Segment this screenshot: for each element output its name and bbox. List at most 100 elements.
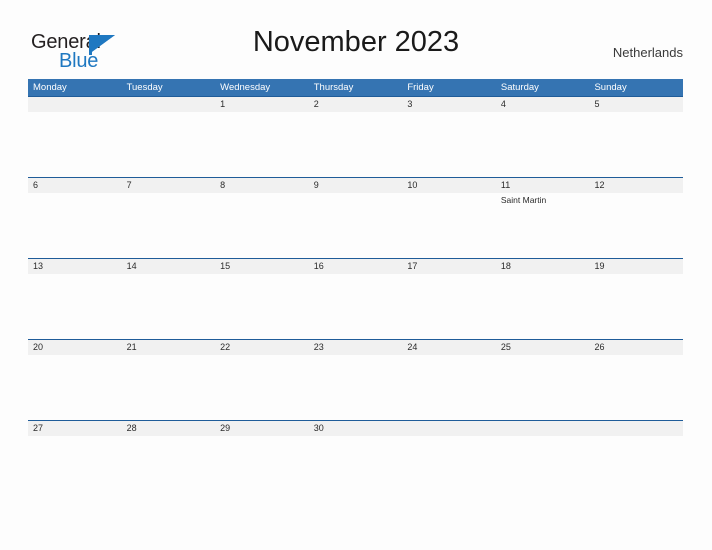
week-event-body — [28, 274, 683, 339]
day-cell[interactable] — [589, 193, 683, 258]
calendar-week-row: 1 2 3 4 5 — [28, 96, 683, 177]
day-cell[interactable] — [215, 355, 309, 420]
day-cell[interactable] — [28, 193, 122, 258]
day-cell[interactable] — [402, 355, 496, 420]
day-number[interactable]: 24 — [402, 340, 496, 355]
day-number[interactable]: 10 — [402, 178, 496, 193]
calendar-week-row: 27 28 29 30 — [28, 420, 683, 501]
day-cell[interactable] — [309, 436, 403, 501]
day-number[interactable]: 26 — [589, 340, 683, 355]
day-number[interactable]: 4 — [496, 97, 590, 112]
week-event-body — [28, 436, 683, 501]
calendar-page: General Blue November 2023 Netherlands M… — [0, 0, 712, 550]
day-cell[interactable] — [496, 355, 590, 420]
day-cell[interactable] — [122, 355, 216, 420]
week-date-band: 1 2 3 4 5 — [28, 96, 683, 112]
day-cell[interactable] — [215, 193, 309, 258]
day-number[interactable]: 16 — [309, 259, 403, 274]
calendar-week-row: 20 21 22 23 24 25 26 — [28, 339, 683, 420]
weekday-header-saturday: Saturday — [500, 82, 539, 93]
day-cell[interactable] — [309, 112, 403, 177]
day-number[interactable]: 17 — [402, 259, 496, 274]
calendar-week-row: 13 14 15 16 17 18 19 — [28, 258, 683, 339]
weekday-header-monday: Monday — [33, 82, 67, 93]
day-cell[interactable] — [402, 112, 496, 177]
day-number[interactable]: 7 — [122, 178, 216, 193]
weekday-header-friday: Friday — [407, 82, 434, 93]
day-cell[interactable]: Saint Martin — [496, 193, 590, 258]
day-number[interactable]: 28 — [122, 421, 216, 436]
day-number[interactable]: 20 — [28, 340, 122, 355]
day-cell[interactable] — [122, 112, 216, 177]
day-number[interactable]: 13 — [28, 259, 122, 274]
day-cell[interactable] — [496, 436, 590, 501]
day-cell[interactable] — [402, 193, 496, 258]
day-number[interactable]: 11 — [496, 178, 590, 193]
calendar-week-list: 1 2 3 4 5 6 7 8 9 10 11 12 Saint Martin … — [28, 96, 683, 501]
day-cell[interactable] — [402, 274, 496, 339]
day-number[interactable]: 29 — [215, 421, 309, 436]
day-cell[interactable] — [122, 436, 216, 501]
weekday-header-wednesday: Wednesday — [220, 82, 271, 93]
day-number[interactable]: 30 — [309, 421, 403, 436]
weekday-header-sunday: Sunday — [594, 82, 627, 93]
week-date-band: 20 21 22 23 24 25 26 — [28, 339, 683, 355]
day-number[interactable]: 5 — [589, 97, 683, 112]
day-number[interactable]: 3 — [402, 97, 496, 112]
day-cell[interactable] — [215, 112, 309, 177]
page-title: November 2023 — [252, 26, 460, 58]
calendar-week-row: 6 7 8 9 10 11 12 Saint Martin — [28, 177, 683, 258]
day-number[interactable]: 15 — [215, 259, 309, 274]
day-number[interactable]: 8 — [215, 178, 309, 193]
day-number[interactable]: 18 — [496, 259, 590, 274]
week-event-body — [28, 355, 683, 420]
day-cell[interactable] — [309, 193, 403, 258]
day-number[interactable]: 1 — [215, 97, 309, 112]
day-number[interactable] — [28, 97, 122, 112]
day-number[interactable]: 9 — [309, 178, 403, 193]
day-cell[interactable] — [589, 355, 683, 420]
day-number[interactable]: 25 — [496, 340, 590, 355]
day-number[interactable]: 12 — [589, 178, 683, 193]
day-number[interactable]: 23 — [309, 340, 403, 355]
day-number[interactable] — [122, 97, 216, 112]
day-number[interactable] — [589, 421, 683, 436]
day-cell[interactable] — [28, 436, 122, 501]
day-number[interactable] — [402, 421, 496, 436]
page-header: General Blue November 2023 Netherlands — [0, 26, 712, 74]
calendar-grid: Monday Tuesday Wednesday Thursday Friday… — [28, 79, 683, 501]
day-number[interactable]: 22 — [215, 340, 309, 355]
day-cell[interactable] — [496, 112, 590, 177]
day-number[interactable]: 14 — [122, 259, 216, 274]
day-number[interactable]: 21 — [122, 340, 216, 355]
day-number[interactable]: 2 — [309, 97, 403, 112]
day-cell[interactable] — [309, 274, 403, 339]
weekday-header-row: Monday Tuesday Wednesday Thursday Friday… — [28, 79, 683, 96]
day-cell[interactable] — [28, 112, 122, 177]
day-cell[interactable] — [122, 193, 216, 258]
day-cell[interactable] — [215, 436, 309, 501]
day-cell[interactable] — [589, 274, 683, 339]
week-date-band: 6 7 8 9 10 11 12 — [28, 177, 683, 193]
weekday-header-thursday: Thursday — [313, 82, 354, 93]
weekday-header-tuesday: Tuesday — [126, 82, 163, 93]
week-event-body — [28, 112, 683, 177]
day-cell[interactable] — [215, 274, 309, 339]
day-cell[interactable] — [122, 274, 216, 339]
day-number[interactable] — [496, 421, 590, 436]
day-number[interactable]: 27 — [28, 421, 122, 436]
week-date-band: 13 14 15 16 17 18 19 — [28, 258, 683, 274]
day-cell[interactable] — [402, 436, 496, 501]
day-cell[interactable] — [28, 355, 122, 420]
day-event: Saint Martin — [500, 195, 547, 205]
day-number[interactable]: 19 — [589, 259, 683, 274]
day-cell[interactable] — [496, 274, 590, 339]
day-cell[interactable] — [589, 112, 683, 177]
week-event-body: Saint Martin — [28, 193, 683, 258]
day-cell[interactable] — [28, 274, 122, 339]
country-label: Netherlands — [612, 45, 683, 60]
day-cell[interactable] — [589, 436, 683, 501]
day-number[interactable]: 6 — [28, 178, 122, 193]
week-date-band: 27 28 29 30 — [28, 420, 683, 436]
day-cell[interactable] — [309, 355, 403, 420]
